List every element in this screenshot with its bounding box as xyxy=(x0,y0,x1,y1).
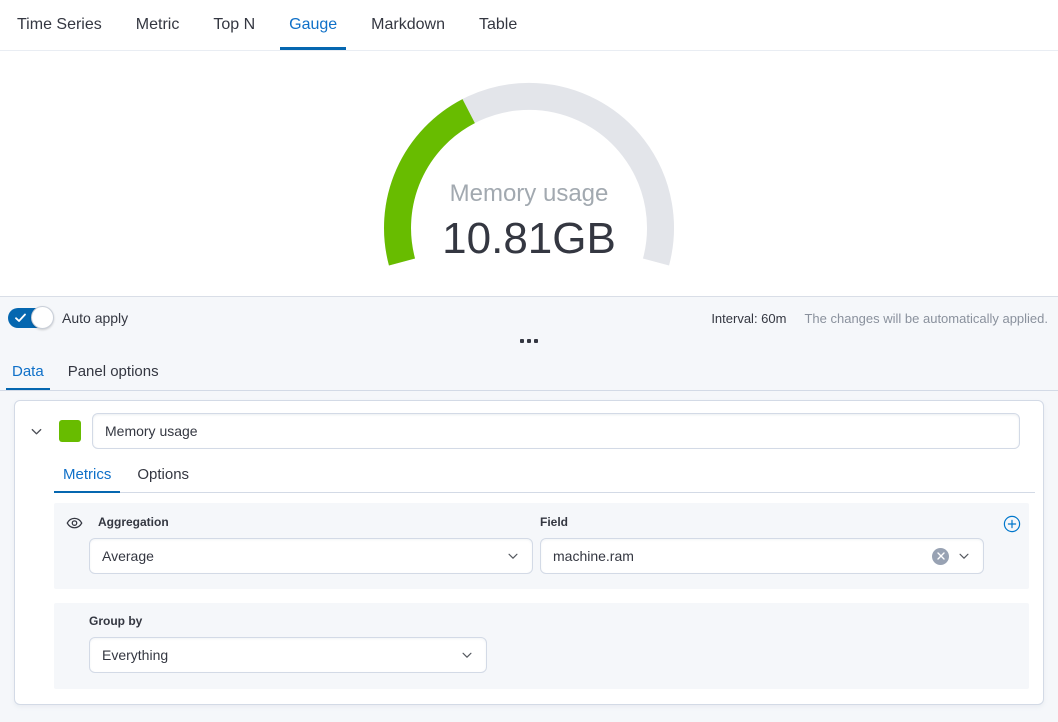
interval-text: Interval: 60m xyxy=(711,311,786,326)
gauge-chart: Memory usage 10.81GB xyxy=(0,51,1058,296)
tab-panel-options[interactable]: Panel options xyxy=(64,352,163,390)
collapse-series-button[interactable] xyxy=(28,423,44,439)
aggregation-value: Average xyxy=(102,548,154,564)
tab-time-series[interactable]: Time Series xyxy=(12,0,107,50)
resize-dot xyxy=(527,339,531,343)
cross-icon xyxy=(937,552,945,560)
gauge-title: Memory usage xyxy=(450,180,609,207)
series-panel: Metrics Options Aggregation Average xyxy=(14,400,1044,705)
resize-dot xyxy=(520,339,524,343)
tab-top-n[interactable]: Top N xyxy=(208,0,260,50)
series-header-row xyxy=(15,401,1043,449)
tab-metric[interactable]: Metric xyxy=(131,0,185,50)
field-label: Field xyxy=(540,515,984,529)
viz-type-tabs: Time Series Metric Top N Gauge Markdown … xyxy=(0,0,1058,51)
field-value: machine.ram xyxy=(553,548,634,564)
tab-gauge[interactable]: Gauge xyxy=(284,0,342,50)
resize-handle[interactable] xyxy=(516,335,542,347)
aggregation-field-group: Aggregation Average xyxy=(89,515,533,574)
editor-area: Auto apply Interval: 60m The changes wil… xyxy=(0,296,1058,722)
field-field-group: Field machine.ram xyxy=(540,515,984,574)
series-label-input[interactable] xyxy=(92,413,1020,449)
chevron-down-icon xyxy=(957,549,971,563)
auto-apply-note: The changes will be automatically applie… xyxy=(804,311,1048,326)
tab-table[interactable]: Table xyxy=(474,0,522,50)
auto-apply-bar: Auto apply Interval: 60m The changes wil… xyxy=(0,297,1058,328)
check-icon xyxy=(15,313,26,323)
toggle-thumb xyxy=(31,306,54,329)
tab-metrics[interactable]: Metrics xyxy=(54,457,120,492)
group-by-value: Everything xyxy=(102,647,168,663)
chevron-down-icon xyxy=(29,424,44,439)
plus-circle-icon xyxy=(1003,515,1021,533)
aggregation-label: Aggregation xyxy=(89,515,533,529)
gauge-visualization: Memory usage 10.81GB xyxy=(0,51,1058,296)
resize-handle-row xyxy=(0,330,1058,352)
resize-dot xyxy=(534,339,538,343)
eye-icon[interactable] xyxy=(66,515,83,532)
auto-apply-toggle[interactable] xyxy=(8,308,52,328)
chevron-down-icon xyxy=(506,549,520,563)
gauge-value: 10.81GB xyxy=(442,214,616,263)
group-by-select[interactable]: Everything xyxy=(89,637,487,673)
tab-markdown[interactable]: Markdown xyxy=(366,0,450,50)
add-metric-button[interactable] xyxy=(1003,515,1021,533)
tab-options[interactable]: Options xyxy=(128,457,198,492)
tab-data[interactable]: Data xyxy=(8,352,48,390)
clear-field-button[interactable] xyxy=(932,548,949,565)
field-combobox[interactable]: machine.ram xyxy=(540,538,984,574)
auto-apply-label: Auto apply xyxy=(62,310,128,326)
group-by-label: Group by xyxy=(89,614,1013,628)
group-by-section: Group by Everything xyxy=(54,603,1029,689)
metric-section: Aggregation Average Field xyxy=(54,503,1029,589)
series-color-swatch[interactable] xyxy=(59,420,81,442)
editor-tabs: Data Panel options xyxy=(0,352,1058,391)
chevron-down-icon xyxy=(460,648,474,662)
series-tabs: Metrics Options xyxy=(54,457,1035,493)
aggregation-select[interactable]: Average xyxy=(89,538,533,574)
